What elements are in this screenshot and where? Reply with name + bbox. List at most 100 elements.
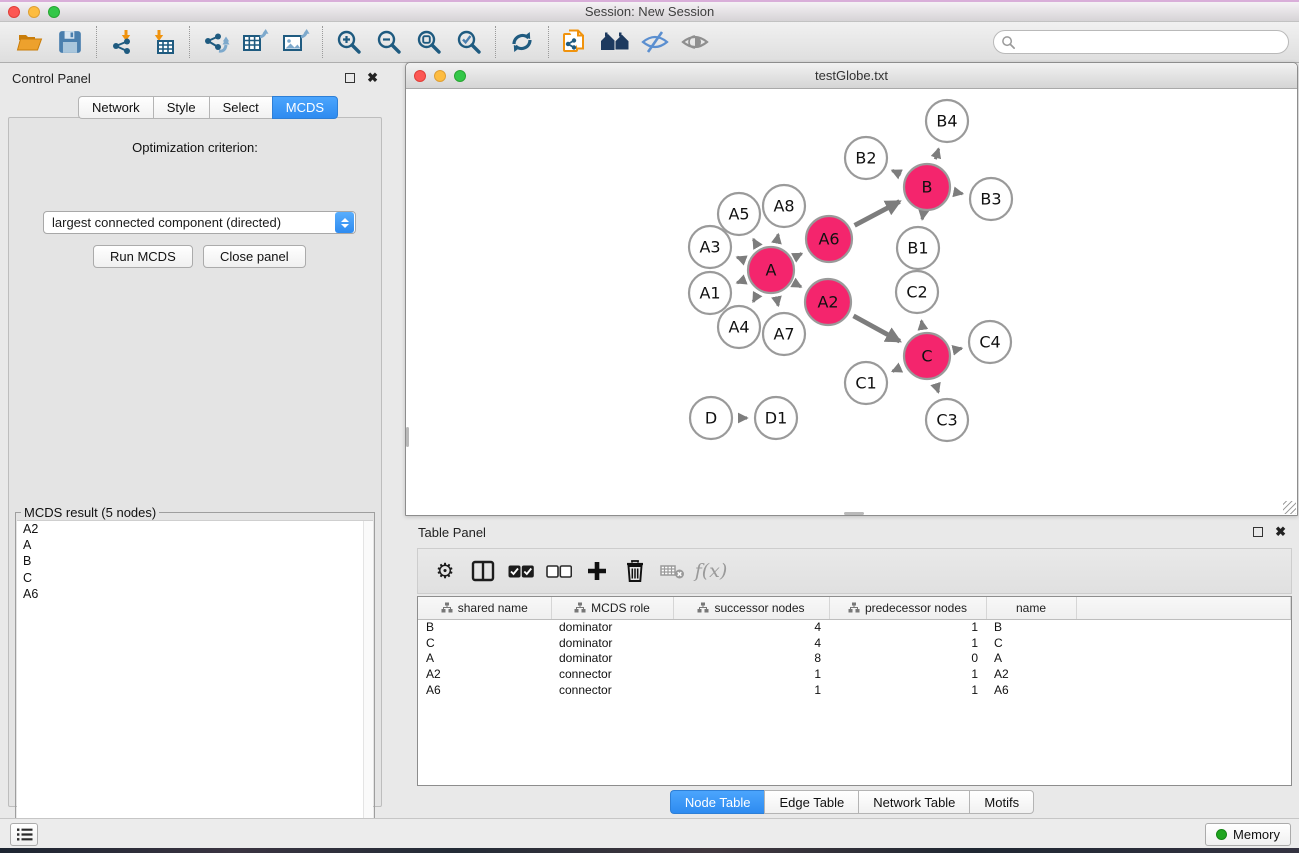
table-cell[interactable]: 4 bbox=[673, 635, 829, 651]
export-table-icon[interactable] bbox=[236, 25, 276, 59]
select-all-checkbox-icon[interactable] bbox=[502, 552, 540, 590]
graph-edge-A-A8[interactable] bbox=[777, 234, 778, 241]
show-all-eye-icon[interactable] bbox=[675, 25, 715, 59]
table-cell[interactable]: A6 bbox=[986, 682, 1076, 698]
graph-edge-C-C4[interactable] bbox=[955, 348, 961, 349]
table-row[interactable]: A6connector11A6 bbox=[418, 682, 1291, 698]
table-cell[interactable]: 1 bbox=[829, 635, 986, 651]
mcds-result-item[interactable]: A6 bbox=[17, 586, 373, 602]
table-cell[interactable]: C bbox=[986, 635, 1076, 651]
close-table-panel-icon[interactable]: ✖ bbox=[1275, 524, 1286, 540]
task-history-button[interactable] bbox=[10, 823, 38, 846]
column-header-MCDS-role[interactable]: MCDS role bbox=[551, 597, 673, 619]
table-cell[interactable]: 1 bbox=[673, 666, 829, 682]
graph-edge-A-A4[interactable] bbox=[753, 295, 757, 301]
deselect-all-checkbox-icon[interactable] bbox=[540, 552, 578, 590]
tab-network-table[interactable]: Network Table bbox=[858, 790, 969, 814]
zoom-out-icon[interactable] bbox=[369, 25, 409, 59]
network-home-icon[interactable] bbox=[595, 25, 635, 59]
delete-table-icon[interactable] bbox=[654, 552, 692, 590]
network-window-titlebar[interactable]: testGlobe.txt bbox=[406, 63, 1297, 89]
graph-edge-C-C2[interactable] bbox=[922, 321, 923, 328]
graph-edge-C-C1[interactable] bbox=[893, 368, 901, 372]
graph-edge-B-B2[interactable] bbox=[892, 171, 901, 175]
table-cell[interactable]: connector bbox=[551, 682, 673, 698]
table-cell[interactable]: connector bbox=[551, 666, 673, 682]
column-header-shared-name[interactable]: shared name bbox=[418, 597, 551, 619]
node-table[interactable]: shared nameMCDS rolesuccessor nodesprede… bbox=[417, 596, 1292, 786]
table-cell[interactable]: 8 bbox=[673, 651, 829, 667]
scrollbar-track[interactable] bbox=[363, 521, 373, 852]
table-cell[interactable]: A bbox=[418, 651, 551, 667]
graph-edge-A-A5[interactable] bbox=[753, 239, 756, 245]
mcds-result-item[interactable]: A2 bbox=[17, 521, 373, 537]
table-cell[interactable]: 1 bbox=[829, 666, 986, 682]
float-table-panel-icon[interactable] bbox=[1253, 527, 1263, 537]
table-cell[interactable]: 4 bbox=[673, 619, 829, 635]
tab-style[interactable]: Style bbox=[153, 96, 209, 119]
graph-edge-A-A6[interactable] bbox=[797, 254, 802, 257]
zoom-in-icon[interactable] bbox=[329, 25, 369, 59]
table-cell[interactable]: 1 bbox=[829, 682, 986, 698]
tab-edge-table[interactable]: Edge Table bbox=[764, 790, 858, 814]
zoom-selected-icon[interactable] bbox=[449, 25, 489, 59]
table-cell[interactable]: 1 bbox=[673, 682, 829, 698]
graph-edge-A6-B[interactable] bbox=[855, 202, 900, 226]
open-session-icon[interactable] bbox=[10, 25, 50, 59]
refresh-icon[interactable] bbox=[502, 25, 542, 59]
tab-node-table[interactable]: Node Table bbox=[670, 790, 765, 814]
column-header-predecessor-nodes[interactable]: predecessor nodes bbox=[829, 597, 986, 619]
resize-grip[interactable] bbox=[1283, 501, 1296, 514]
graph-edge-B-B4[interactable] bbox=[935, 149, 938, 159]
search-input[interactable] bbox=[1020, 35, 1288, 49]
run-mcds-button[interactable]: Run MCDS bbox=[93, 245, 193, 268]
zoom-fit-icon[interactable] bbox=[409, 25, 449, 59]
table-row[interactable]: A2connector11A2 bbox=[418, 666, 1291, 682]
save-session-icon[interactable] bbox=[50, 25, 90, 59]
mcds-result-item[interactable]: C bbox=[17, 570, 373, 586]
table-cell[interactable]: A2 bbox=[986, 666, 1076, 682]
table-cell[interactable]: A2 bbox=[418, 666, 551, 682]
float-panel-icon[interactable] bbox=[345, 73, 355, 83]
tab-select[interactable]: Select bbox=[209, 96, 272, 119]
graph-edge-B-B3[interactable] bbox=[956, 192, 963, 193]
import-table-icon[interactable] bbox=[143, 25, 183, 59]
mcds-result-list[interactable]: A2ABCA6 bbox=[17, 520, 373, 852]
graph-edge-A-A3[interactable] bbox=[737, 257, 744, 260]
graph-edge-B-B1[interactable] bbox=[922, 216, 923, 220]
graph-edge-C-C3[interactable] bbox=[936, 384, 939, 393]
export-network-icon[interactable] bbox=[196, 25, 236, 59]
column-header-successor-nodes[interactable]: successor nodes bbox=[673, 597, 829, 619]
table-cell[interactable]: 0 bbox=[829, 651, 986, 667]
tab-mcds[interactable]: MCDS bbox=[272, 96, 338, 119]
table-cell[interactable]: A6 bbox=[418, 682, 551, 698]
table-settings-icon[interactable]: ⚙ bbox=[426, 552, 464, 590]
tab-motifs[interactable]: Motifs bbox=[969, 790, 1034, 814]
memory-button[interactable]: Memory bbox=[1205, 823, 1291, 846]
table-row[interactable]: Bdominator41B bbox=[418, 619, 1291, 635]
clone-network-icon[interactable] bbox=[555, 25, 595, 59]
import-network-icon[interactable] bbox=[103, 25, 143, 59]
network-canvas[interactable]: AA1A2A3A4A5A6A7A8BB1B2B3B4CC1C2C3C4DD1 bbox=[406, 89, 1297, 515]
graph-edge-A-A1[interactable] bbox=[737, 280, 744, 283]
function-builder-icon[interactable]: f(x) bbox=[692, 552, 730, 590]
close-panel-icon[interactable]: ✖ bbox=[367, 70, 378, 86]
criterion-dropdown[interactable]: largest connected component (directed) bbox=[43, 211, 356, 234]
vertical-scrollbar-thumb[interactable] bbox=[406, 427, 409, 447]
table-cell[interactable]: B bbox=[986, 619, 1076, 635]
graph-edge-A2-C[interactable] bbox=[854, 316, 900, 341]
mcds-result-item[interactable]: A bbox=[17, 537, 373, 553]
hide-selected-eye-slash-icon[interactable] bbox=[635, 25, 675, 59]
export-image-icon[interactable] bbox=[276, 25, 316, 59]
close-panel-button[interactable]: Close panel bbox=[203, 245, 306, 268]
tab-network[interactable]: Network bbox=[78, 96, 153, 119]
table-row[interactable]: Adominator80A bbox=[418, 651, 1291, 667]
network-graph[interactable]: AA1A2A3A4A5A6A7A8BB1B2B3B4CC1C2C3C4DD1 bbox=[406, 89, 1297, 515]
table-cell[interactable]: dominator bbox=[551, 651, 673, 667]
delete-row-trash-icon[interactable] bbox=[616, 552, 654, 590]
table-cell[interactable]: A bbox=[986, 651, 1076, 667]
table-cell[interactable]: C bbox=[418, 635, 551, 651]
graph-edge-A-A7[interactable] bbox=[777, 298, 778, 305]
column-view-icon[interactable] bbox=[464, 552, 502, 590]
horizontal-scrollbar-thumb[interactable] bbox=[844, 512, 864, 515]
